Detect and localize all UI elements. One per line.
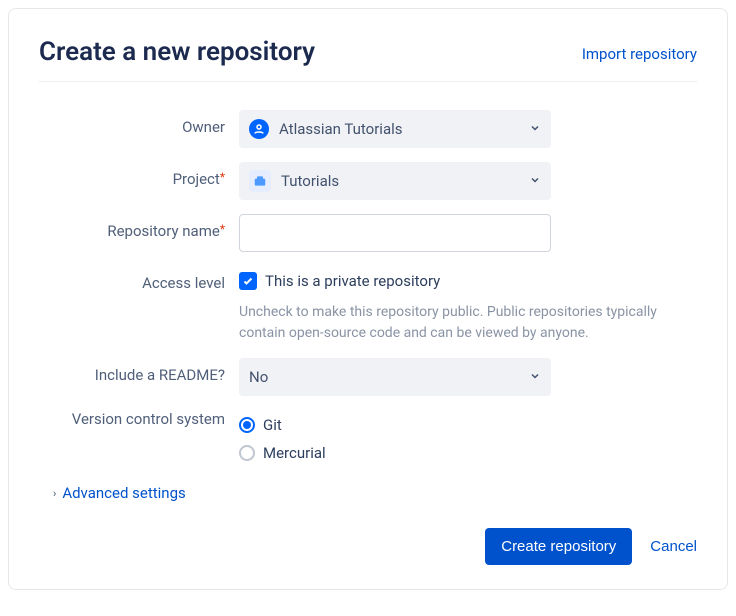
project-select[interactable]: Tutorials (239, 162, 551, 200)
owner-select[interactable]: Atlassian Tutorials (239, 110, 551, 148)
radio-icon (239, 445, 255, 461)
readme-select-value: No (249, 368, 268, 386)
repo-name-input[interactable] (239, 214, 551, 252)
vcs-row: Version control system Git Mercurial (39, 410, 697, 472)
vcs-radio-git[interactable]: Git (239, 416, 551, 434)
owner-avatar-icon (249, 119, 269, 139)
private-checkbox[interactable] (239, 272, 257, 290)
chevron-down-icon (529, 172, 541, 190)
owner-label: Owner (39, 110, 239, 138)
project-select-value: Tutorials (281, 172, 339, 190)
readme-select[interactable]: No (239, 358, 551, 396)
readme-label: Include a README? (39, 358, 239, 386)
import-repository-link[interactable]: Import repository (582, 45, 697, 67)
chevron-right-icon: › (53, 487, 56, 500)
access-level-help: Uncheck to make this repository public. … (239, 302, 697, 344)
owner-row: Owner Atlassian Tutorials (39, 110, 697, 148)
create-repository-button[interactable]: Create repository (485, 528, 632, 565)
cancel-button[interactable]: Cancel (650, 538, 697, 555)
dialog-header: Create a new repository Import repositor… (39, 37, 697, 82)
vcs-radio-mercurial[interactable]: Mercurial (239, 444, 551, 462)
vcs-label: Version control system (39, 410, 239, 430)
page-title: Create a new repository (39, 37, 315, 67)
advanced-settings-toggle[interactable]: › Advanced settings (53, 484, 186, 502)
vcs-radio-mercurial-label: Mercurial (263, 444, 326, 462)
radio-icon (239, 417, 255, 433)
repo-name-label: Repository name* (39, 214, 239, 242)
project-avatar-icon (249, 170, 271, 192)
chevron-down-icon (529, 120, 541, 138)
create-repo-dialog: Create a new repository Import repositor… (8, 8, 728, 590)
owner-select-value: Atlassian Tutorials (279, 120, 403, 138)
advanced-settings-label: Advanced settings (62, 484, 185, 502)
project-label: Project* (39, 162, 239, 190)
access-level-label: Access level (39, 266, 239, 294)
private-checkbox-label: This is a private repository (265, 272, 440, 290)
dialog-footer: Create repository Cancel (39, 528, 697, 565)
chevron-down-icon (529, 368, 541, 386)
readme-row: Include a README? No (39, 358, 697, 396)
project-row: Project* Tutorials (39, 162, 697, 200)
repo-name-row: Repository name* (39, 214, 697, 252)
access-level-row: Access level This is a private repositor… (39, 266, 697, 344)
vcs-radio-git-label: Git (263, 416, 282, 434)
